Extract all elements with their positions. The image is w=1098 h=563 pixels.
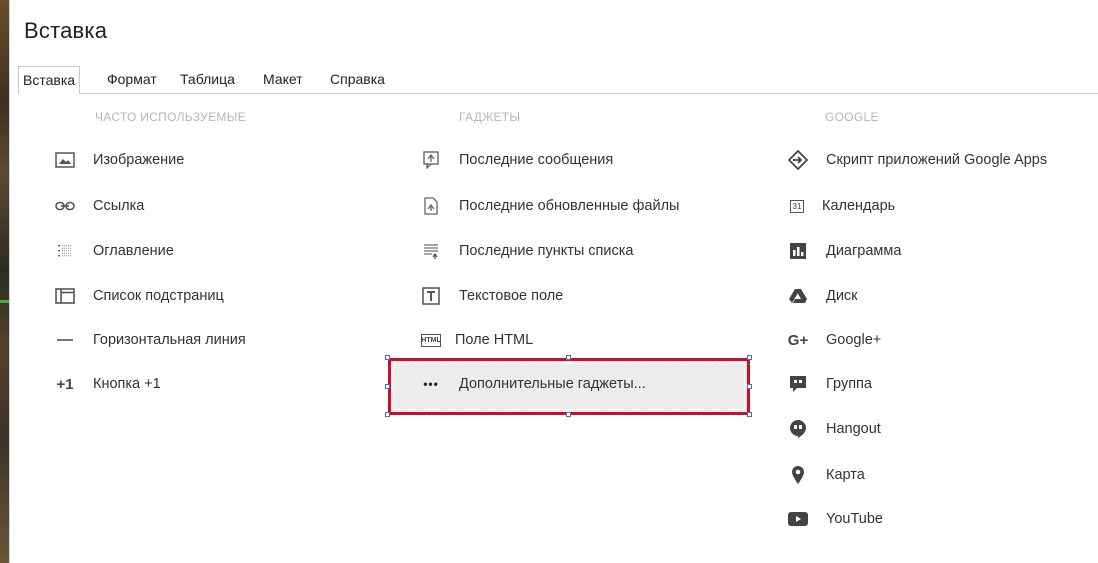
- window-title: Вставка: [24, 18, 108, 43]
- menu-item-map[interactable]: Карта: [786, 461, 865, 489]
- menu-item-label: Hangout: [826, 421, 881, 437]
- menu-item-label: Ссылка: [93, 198, 145, 214]
- chart-icon: [786, 241, 810, 261]
- menu-item-recent-files[interactable]: Последние обновленные файлы: [419, 192, 679, 220]
- hangout-icon: [786, 419, 810, 439]
- resize-handle-bottom-left[interactable]: [385, 412, 390, 417]
- plus-one-icon: +1: [56, 375, 74, 393]
- link-icon: [53, 196, 77, 216]
- menu-item-label: Диаграмма: [826, 243, 902, 259]
- apps-script-icon: [786, 150, 810, 170]
- menu-item-label: Кнопка +1: [93, 376, 161, 392]
- menubar: Вставка Формат Таблица Макет Справка: [18, 66, 1098, 95]
- column-header-google: GOOGLE: [825, 110, 879, 124]
- tab-layout[interactable]: Макет: [259, 66, 307, 94]
- image-icon: [53, 150, 77, 170]
- recent-files-icon: [419, 196, 443, 216]
- menu-item-more-gadgets[interactable]: ••• Дополнительные гаджеты...: [419, 370, 646, 398]
- google-plus-icon: G+: [787, 331, 809, 349]
- resize-handle-right[interactable]: [747, 384, 752, 389]
- groups-icon: [786, 374, 810, 394]
- menu-item-drive[interactable]: Диск ▶: [786, 282, 858, 310]
- menu-item-label: Изображение: [93, 152, 185, 168]
- menu-item-link[interactable]: Ссылка: [53, 192, 144, 220]
- resize-handle-top[interactable]: [566, 355, 571, 360]
- menu-item-label: Горизонтальная линия: [93, 332, 246, 348]
- menu-item-image[interactable]: Изображение: [53, 146, 184, 174]
- background-strip: [0, 0, 9, 563]
- resize-handle-bottom-right[interactable]: [747, 412, 752, 417]
- menu-item-google-plus[interactable]: G+ Google+ ▶: [786, 326, 881, 354]
- horizontal-line-icon: [53, 330, 77, 350]
- menu-item-label: Google+: [826, 332, 882, 348]
- table-of-contents-icon: [53, 241, 77, 261]
- menu-item-apps-script[interactable]: Скрипт приложений Google Apps: [786, 146, 1047, 174]
- menu-item-subpage-list[interactable]: Список подстраниц: [53, 282, 224, 310]
- youtube-icon: [786, 509, 810, 529]
- resize-handle-bottom[interactable]: [566, 412, 571, 417]
- drive-icon: [786, 286, 810, 306]
- menu-item-label: Группа: [826, 376, 872, 392]
- menu-item-label: YouTube: [826, 511, 883, 527]
- menu-item-label: Текстовое поле: [459, 288, 564, 304]
- menu-item-chart[interactable]: Диаграмма: [786, 237, 901, 265]
- html-box-icon: HTML: [421, 333, 441, 347]
- menu-item-label: Карта: [826, 467, 865, 483]
- menu-item-label: Поле HTML: [455, 332, 534, 348]
- text-box-icon: [419, 286, 443, 306]
- map-pin-icon: [786, 465, 810, 485]
- tab-insert[interactable]: Вставка: [18, 66, 81, 95]
- menu-item-recent-list-items[interactable]: Последние пункты списка: [419, 237, 634, 265]
- resize-handle-left[interactable]: [385, 384, 390, 389]
- menu-item-label: Дополнительные гаджеты...: [459, 376, 646, 392]
- menu-item-horizontal-line[interactable]: Горизонтальная линия: [53, 326, 246, 354]
- tab-help[interactable]: Справка: [326, 66, 389, 94]
- recent-list-items-icon: [419, 241, 443, 261]
- menu-item-label: Последние пункты списка: [459, 243, 634, 259]
- insert-menu-window: Вставка Вставка Формат Таблица Макет Спр…: [9, 0, 1098, 563]
- menu-item-text-box[interactable]: Текстовое поле: [419, 282, 563, 310]
- column-header-gadgets: ГАДЖЕТЫ: [459, 110, 521, 124]
- subpage-list-icon: [53, 286, 77, 306]
- menu-item-label: Оглавление: [93, 243, 174, 259]
- menu-item-label: Календарь: [822, 198, 896, 214]
- background-blip: [0, 300, 9, 303]
- tab-format[interactable]: Формат: [103, 66, 161, 94]
- menu-item-plus-one[interactable]: +1 Кнопка +1: [53, 370, 161, 398]
- menu-item-recent-posts[interactable]: Последние сообщения: [419, 146, 613, 174]
- menu-item-label: Последние обновленные файлы: [459, 198, 680, 214]
- menu-item-label: Последние сообщения: [459, 152, 614, 168]
- menu-item-toc[interactable]: Оглавление: [53, 237, 174, 265]
- menu-item-groups[interactable]: Группа: [786, 370, 872, 398]
- menu-item-hangout[interactable]: Hangout ▶: [786, 415, 881, 443]
- menu-item-youtube[interactable]: YouTube: [786, 505, 883, 533]
- menu-item-label: Скрипт приложений Google Apps: [826, 152, 1048, 168]
- menu-item-label: Диск: [826, 288, 858, 304]
- menu-item-html-box[interactable]: HTML Поле HTML: [419, 326, 533, 354]
- more-dots-icon: •••: [423, 377, 439, 391]
- tab-table[interactable]: Таблица: [176, 66, 239, 94]
- menu-item-label: Список подстраниц: [93, 288, 224, 304]
- calendar-icon: 31: [790, 199, 804, 213]
- resize-handle-top-right[interactable]: [747, 355, 752, 360]
- menu-item-calendar[interactable]: 31 Календарь: [786, 192, 895, 220]
- recent-posts-icon: [419, 150, 443, 170]
- column-header-frequent: ЧАСТО ИСПОЛЬЗУЕМЫЕ: [95, 110, 246, 124]
- resize-handle-top-left[interactable]: [385, 355, 390, 360]
